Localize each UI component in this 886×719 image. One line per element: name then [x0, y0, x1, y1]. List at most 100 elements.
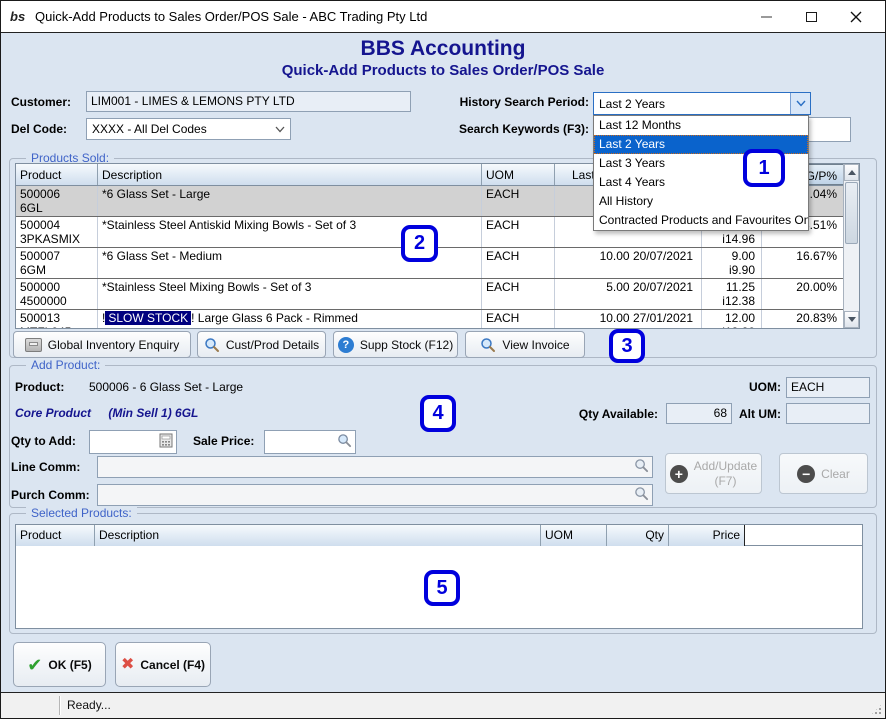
product-code: 500006 [20, 187, 93, 201]
scroll-up-button[interactable] [844, 164, 859, 181]
product-description: *Stainless Steel Mixing Bowls - Set of 3 [98, 279, 482, 309]
vertical-scrollbar[interactable] [843, 164, 859, 328]
ok-button[interactable]: ✔ OK (F5) [13, 642, 106, 687]
dropdown-option[interactable]: All History [594, 192, 808, 211]
annotation-marker-1: 1 [743, 149, 785, 187]
dropdown-option[interactable]: Contracted Products and Favourites Only [594, 211, 808, 230]
maximize-button[interactable] [794, 1, 828, 33]
customer-label: Customer: [11, 95, 71, 109]
magnifier-icon[interactable] [634, 486, 649, 504]
line-comm-label: Line Comm: [11, 460, 80, 474]
uom-label: UOM: [701, 380, 781, 394]
qty-available-label: Qty Available: [521, 407, 658, 421]
col-product[interactable]: Product [16, 525, 95, 546]
product-code: 500007 [20, 249, 93, 263]
combo-arrow-button[interactable] [790, 93, 810, 114]
scrollbar-thumb[interactable] [845, 182, 858, 244]
inventory-cabinet-icon [25, 338, 42, 352]
button-label: Add/Update [694, 459, 757, 473]
button-key: (F7) [714, 474, 736, 488]
window-title: Quick-Add Products to Sales Order/POS Sa… [35, 1, 427, 33]
question-icon: ? [338, 337, 354, 353]
core-product-text: Core Product [15, 406, 91, 420]
last-sold: 10.00 20/07/2021 [555, 248, 702, 278]
col-description[interactable]: Description [95, 525, 541, 546]
product-uom: EACH [482, 217, 555, 247]
purch-comm-label: Purch Comm: [11, 488, 90, 502]
product-label: Product: [15, 380, 64, 394]
resize-grip[interactable] [870, 703, 883, 716]
history-search-period-combo[interactable]: Last 2 Years [593, 92, 811, 115]
product-uom: EACH [482, 186, 555, 216]
check-icon: ✔ [27, 656, 42, 674]
del-code-value: XXXX - All Del Codes [87, 122, 270, 136]
dropdown-option[interactable]: Last 12 Months [594, 116, 808, 135]
combo-arrow-button[interactable] [270, 119, 290, 139]
col-price[interactable]: Price [669, 525, 745, 546]
calculator-icon[interactable] [159, 433, 173, 451]
global-inventory-enquiry-button[interactable]: Global Inventory Enquiry [13, 331, 191, 358]
button-label: OK (F5) [48, 658, 91, 672]
chevron-down-icon [275, 126, 285, 133]
scroll-down-button[interactable] [844, 311, 859, 328]
line-comm-input[interactable] [97, 456, 653, 478]
supp-stock-button[interactable]: ? Supp Stock (F12) [333, 331, 458, 358]
product-description: *6 Glass Set - Large [98, 186, 482, 216]
purch-comm-input[interactable] [97, 484, 653, 506]
gp-percent: 16.67% [762, 248, 843, 278]
uom-field: EACH [786, 377, 870, 398]
clear-button[interactable]: − Clear [779, 453, 868, 494]
col-product[interactable]: Product [16, 164, 98, 185]
annotation-marker-4: 4 [420, 395, 456, 432]
plus-circle-icon: + [670, 465, 688, 483]
price: 9.00 [706, 249, 755, 263]
price-inc: i14.96 [706, 232, 755, 246]
product-code-2: MTFL045 [20, 325, 93, 329]
view-invoice-button[interactable]: View Invoice [465, 331, 585, 358]
add-update-button[interactable]: + Add/Update(F7) [665, 453, 762, 494]
dialog-window: bs Quick-Add Products to Sales Order/POS… [0, 0, 886, 719]
magnifier-icon[interactable] [337, 433, 352, 451]
min-sell-text: (Min Sell 1) 6GL [108, 406, 198, 420]
table-row[interactable]: 500013MTFL045 !SLOW STOCK! Large Glass 6… [16, 310, 843, 329]
magnifier-icon[interactable] [634, 458, 649, 476]
col-uom[interactable]: UOM [541, 525, 607, 546]
del-code-combo[interactable]: XXXX - All Del Codes [86, 118, 291, 140]
sale-price-input[interactable] [264, 430, 356, 454]
product-uom: EACH [482, 310, 555, 329]
price-inc: i13.20 [706, 325, 755, 329]
selected-products-section-label: Selected Products: [26, 506, 137, 520]
status-divider [59, 696, 60, 715]
status-bar: Ready... [1, 692, 885, 718]
annotation-marker-3: 3 [609, 329, 645, 363]
history-search-period-value: Last 2 Years [594, 97, 790, 111]
button-label: Cust/Prod Details [226, 338, 319, 352]
app-icon: bs [10, 7, 29, 26]
qty-to-add-input[interactable] [89, 430, 177, 454]
price: 12.00 [706, 311, 755, 325]
chevron-down-icon [796, 100, 806, 107]
arrow-up-icon [848, 170, 856, 175]
minimize-button[interactable] [749, 1, 783, 33]
product-code-2: 3PKASMIX [20, 232, 93, 246]
core-product-note: Core Product (Min Sell 1) 6GL [15, 406, 198, 420]
col-description[interactable]: Description [98, 164, 482, 185]
status-text: Ready... [67, 693, 111, 718]
alt-um-field[interactable] [786, 403, 870, 424]
customer-field[interactable]: LIM001 - LIMES & LEMONS PTY LTD [86, 91, 411, 112]
button-label: View Invoice [502, 338, 569, 352]
cust-prod-details-button[interactable]: Cust/Prod Details [197, 331, 326, 358]
selected-products-header-row: Product Description UOM Qty Price [16, 525, 862, 546]
screen-heading: Quick-Add Products to Sales Order/POS Sa… [1, 62, 885, 79]
minimize-icon [761, 16, 772, 18]
product-code-2: 4500000 [20, 294, 93, 308]
arrow-down-icon [848, 317, 856, 322]
product-code-2: 6GM [20, 263, 93, 277]
col-uom[interactable]: UOM [482, 164, 555, 185]
cancel-button[interactable]: ✖ Cancel (F4) [115, 642, 211, 687]
table-row[interactable]: 5000004500000 *Stainless Steel Mixing Bo… [16, 279, 843, 310]
close-button[interactable] [839, 1, 873, 33]
col-qty[interactable]: Qty [607, 525, 669, 546]
button-label: Clear [821, 467, 850, 481]
del-code-label: Del Code: [11, 122, 67, 136]
